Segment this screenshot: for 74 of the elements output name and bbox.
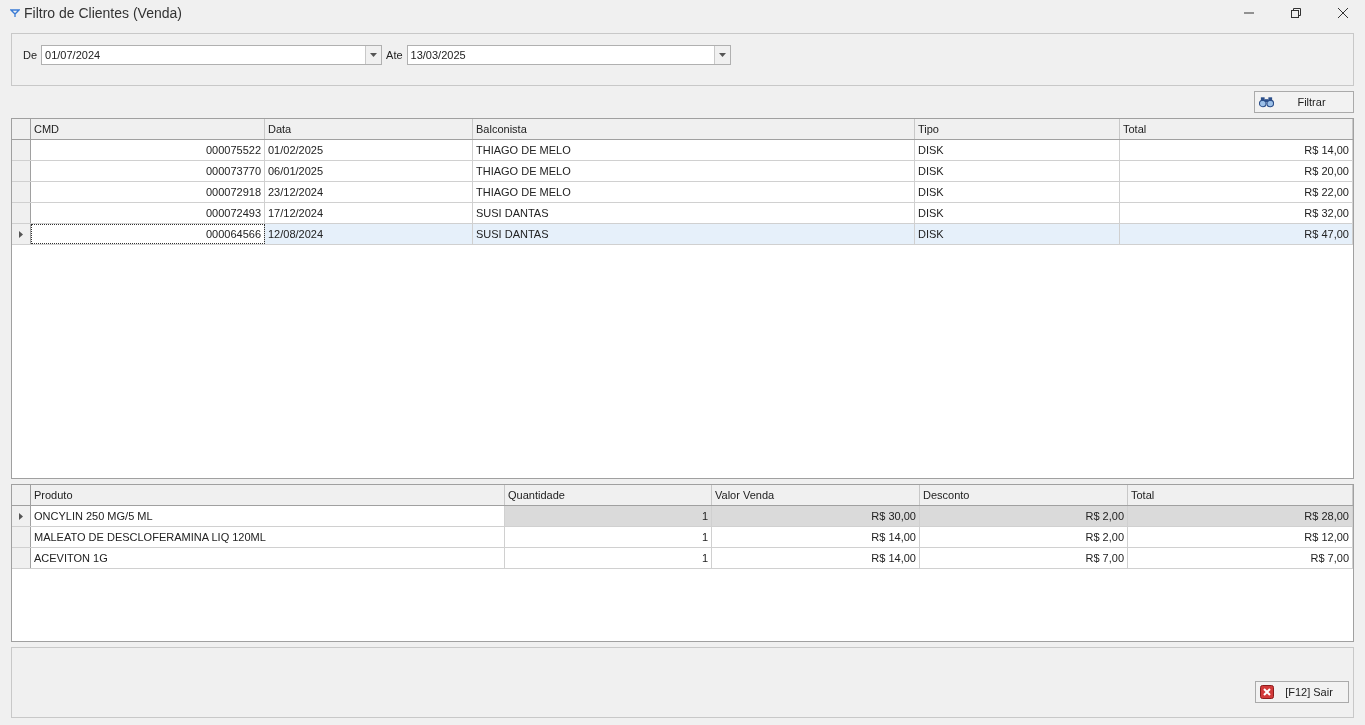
column-header[interactable]: Tipo <box>915 119 1120 139</box>
column-header[interactable]: Valor Venda <box>712 485 920 505</box>
table-cell: 000072493 <box>31 203 265 223</box>
table-cell: R$ 20,00 <box>1120 161 1353 181</box>
column-header[interactable]: Data <box>265 119 473 139</box>
table-cell: 1 <box>505 527 712 547</box>
close-icon <box>1260 685 1274 699</box>
table-cell: MALEATO DE DESCLOFERAMINA LIQ 120ML <box>31 527 505 547</box>
column-header[interactable]: Total <box>1128 485 1353 505</box>
table-cell: 000064566 <box>31 224 265 244</box>
to-date-field[interactable]: 13/03/2025 <box>406 45 731 65</box>
table-row[interactable]: MALEATO DE DESCLOFERAMINA LIQ 120ML 1 R$ 14,00 R$ 2,00 R$ 12,00 <box>12 527 1353 548</box>
table-cell: 06/01/2025 <box>265 161 473 181</box>
row-pointer-icon <box>19 230 23 238</box>
window-title: Filtro de Clientes (Venda) <box>24 4 182 21</box>
table-cell: THIAGO DE MELO <box>473 161 915 181</box>
filter-button[interactable]: Filtrar <box>1254 91 1354 113</box>
column-header[interactable]: Total <box>1120 119 1353 139</box>
table-cell: DISK <box>915 203 1120 223</box>
table-row[interactable]: ACEVITON 1G 1 R$ 14,00 R$ 7,00 R$ 7,00 <box>12 548 1353 569</box>
table-cell: DISK <box>915 140 1120 160</box>
table-cell: 12/08/2024 <box>265 224 473 244</box>
table-cell: R$ 7,00 <box>920 548 1128 568</box>
table-cell: R$ 2,00 <box>920 527 1128 547</box>
from-label: De <box>23 48 38 63</box>
table-cell: R$ 14,00 <box>712 527 920 547</box>
table-row[interactable]: 000064566 12/08/2024 SUSI DANTAS DISK R$ 47,00 <box>12 224 1353 245</box>
row-header[interactable] <box>12 506 31 526</box>
table-cell: R$ 12,00 <box>1128 527 1353 547</box>
table-cell: R$ 28,00 <box>1128 506 1353 526</box>
table-row[interactable]: 000073770 06/01/2025 THIAGO DE MELO DISK R$ 20,00 <box>12 161 1353 182</box>
table-cell: 23/12/2024 <box>265 182 473 202</box>
table-cell: R$ 14,00 <box>1120 140 1353 160</box>
table-cell: 000073770 <box>31 161 265 181</box>
table-row[interactable]: 000075522 01/02/2025 THIAGO DE MELO DISK R$ 14,00 <box>12 140 1353 161</box>
table-cell: R$ 2,00 <box>920 506 1128 526</box>
table-cell: DISK <box>915 224 1120 244</box>
restore-icon[interactable] <box>1290 6 1302 19</box>
table-cell: R$ 22,00 <box>1120 182 1353 202</box>
table-cell: ACEVITON 1G <box>31 548 505 568</box>
row-pointer-icon <box>19 512 23 520</box>
exit-button[interactable]: [F12] Sair <box>1255 681 1349 703</box>
dropdown-icon[interactable] <box>718 53 726 57</box>
table-cell: 01/02/2025 <box>265 140 473 160</box>
table-cell: R$ 32,00 <box>1120 203 1353 223</box>
table-cell: R$ 14,00 <box>712 548 920 568</box>
column-header[interactable]: CMD <box>31 119 265 139</box>
table-cell: 000075522 <box>31 140 265 160</box>
table-cell: DISK <box>915 161 1120 181</box>
table-cell: THIAGO DE MELO <box>473 182 915 202</box>
table-cell: 17/12/2024 <box>265 203 473 223</box>
column-header[interactable]: Produto <box>31 485 505 505</box>
dropdown-icon[interactable] <box>370 53 378 57</box>
table-cell: SUSI DANTAS <box>473 203 915 223</box>
table-row[interactable]: ONCYLIN 250 MG/5 ML 1 R$ 30,00 R$ 2,00 R$ 28,00 <box>12 506 1353 527</box>
table-cell: 1 <box>505 548 712 568</box>
table-cell: 000072918 <box>31 182 265 202</box>
row-header[interactable] <box>12 224 31 244</box>
close-icon[interactable] <box>1337 6 1349 19</box>
from-date-field[interactable]: 01/07/2024 <box>41 45 383 65</box>
table-cell: DISK <box>915 182 1120 202</box>
table-cell: R$ 7,00 <box>1128 548 1353 568</box>
table-cell: R$ 30,00 <box>712 506 920 526</box>
column-header[interactable]: Balconista <box>473 119 915 139</box>
table-row[interactable]: 000072918 23/12/2024 THIAGO DE MELO DISK R$ 22,00 <box>12 182 1353 203</box>
table-cell: SUSI DANTAS <box>473 224 915 244</box>
to-label: Ate <box>386 48 403 63</box>
table-cell: THIAGO DE MELO <box>473 140 915 160</box>
app-icon <box>10 7 20 18</box>
table-cell: 1 <box>505 506 712 526</box>
column-header[interactable]: Quantidade <box>505 485 712 505</box>
table-cell: R$ 47,00 <box>1120 224 1353 244</box>
column-header[interactable]: Desconto <box>920 485 1128 505</box>
binoculars-icon <box>1259 96 1274 108</box>
